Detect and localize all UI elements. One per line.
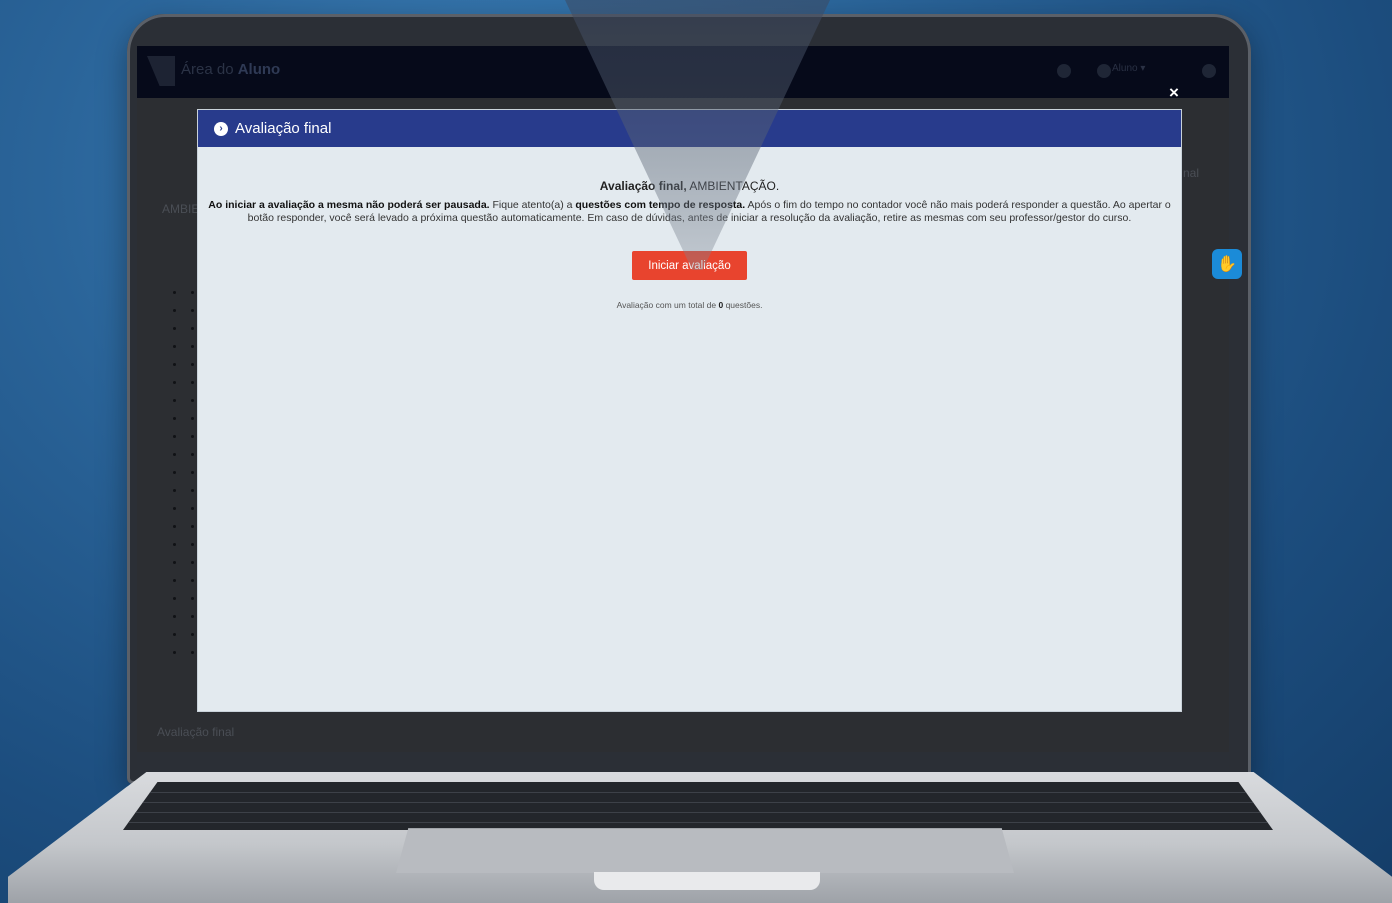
instructions-part-2: Fique atento(a) a [489,199,576,211]
bell-icon[interactable] [1057,64,1071,78]
modal-header: › Avaliação final [198,110,1181,147]
accessibility-hand-icon[interactable]: ✋ [1212,249,1242,279]
user-icon[interactable] [1097,64,1111,78]
question-total-note: Avaliação com um total de 0 questões. [198,300,1181,310]
app-title: Área do Aluno [181,61,280,78]
evaluation-heading-bold: Avaliação final, [599,179,687,193]
trackpad [396,828,1014,873]
user-menu[interactable]: Aluno ▾ [1112,63,1145,74]
app-title-bold: Aluno [237,61,281,78]
evaluation-heading-rest: AMBIENTAÇÃO. [686,179,780,193]
footer-label: Avaliação final [157,725,235,739]
modal-body: Avaliação final, AMBIENTAÇÃO. Ao iniciar… [198,179,1181,310]
evaluation-heading: Avaliação final, AMBIENTAÇÃO. [198,179,1181,193]
left-label: AMBIE [162,202,200,216]
app-title-prefix: Área do [181,61,234,78]
total-prefix: Avaliação com um total de [616,300,719,310]
base-notch [594,872,820,890]
logo [147,56,175,86]
chevron-right-circle-icon: › [214,121,228,136]
dotted-list [173,291,197,661]
instructions-text: Ao iniciar a avaliação a mesma não poder… [204,199,1175,225]
close-icon[interactable]: × [1166,84,1182,102]
start-evaluation-button[interactable]: Iniciar avaliação [632,251,747,280]
app-header: Área do Aluno Aluno ▾ [137,46,1229,98]
keyboard [123,782,1273,830]
instructions-timed-questions: questões com tempo de resposta. [575,199,746,211]
modal-title: Avaliação final [235,120,332,137]
chat-icon[interactable] [1202,64,1216,78]
final-evaluation-modal: › Avaliação final Avaliação final, AMBIE… [198,110,1181,711]
instructions-pause-warning: Ao iniciar a avaliação a mesma não poder… [208,199,490,211]
right-label: nal [1183,166,1200,180]
total-suffix: questões. [723,300,763,310]
